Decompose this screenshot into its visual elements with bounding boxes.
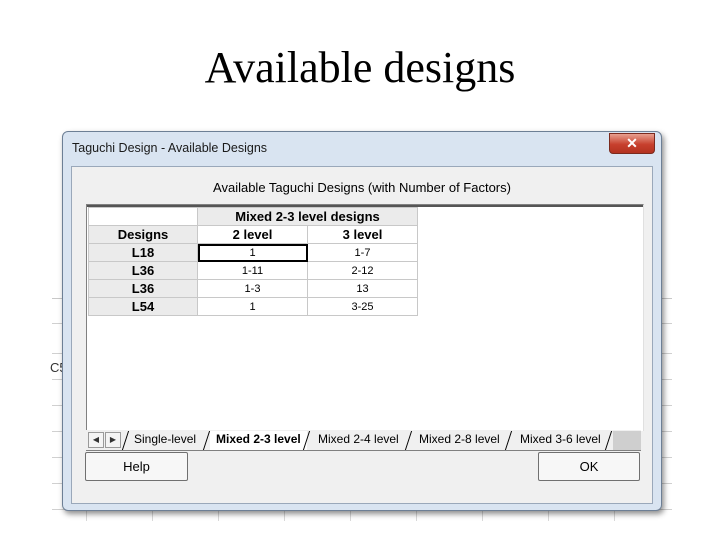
cell-3-level[interactable]: 1-7 (307, 243, 418, 262)
group-header: Mixed 2-3 level designs (197, 207, 418, 226)
tab-separator (302, 430, 312, 450)
cell-2-level[interactable]: 1-11 (197, 261, 308, 280)
col-2-level-header: 2 level (197, 225, 308, 244)
cell-3-level[interactable]: 2-12 (307, 261, 418, 280)
cell-3-level[interactable]: 13 (307, 279, 418, 298)
help-button[interactable]: Help (85, 452, 188, 481)
tab-mixed-2-8-level[interactable]: Mixed 2-8 level (413, 431, 506, 448)
ok-button[interactable]: OK (538, 452, 640, 481)
tab-separator (504, 430, 514, 450)
cell-2-level[interactable]: 1-3 (197, 279, 308, 298)
tab-mixed-2-4-level[interactable]: Mixed 2-4 level (312, 431, 405, 448)
close-icon: ✕ (626, 135, 638, 151)
tab-single-level[interactable]: Single-level (128, 431, 202, 448)
design-name: L18 (88, 243, 198, 262)
slide-title: Available designs (204, 43, 516, 92)
taguchi-dialog: Taguchi Design - Available Designs ✕ Ava… (62, 131, 662, 511)
prev-tab-button[interactable]: ◀ (88, 432, 104, 448)
next-tab-button[interactable]: ▶ (105, 432, 121, 448)
col-3-level-header: 3 level (307, 225, 418, 244)
arrow-left-icon: ◀ (92, 435, 100, 444)
close-button[interactable]: ✕ (609, 133, 655, 154)
tab-mixed-3-6-level[interactable]: Mixed 3-6 level (514, 431, 607, 448)
designs-table: Mixed 2-3 level designs Designs 2 level … (88, 207, 418, 316)
tab-mixed-2-3-level[interactable]: Mixed 2-3 level (210, 431, 307, 450)
dialog-heading: Available Taguchi Designs (with Number o… (213, 180, 511, 195)
design-name: L54 (88, 297, 198, 316)
table-row: L36 1-3 13 (88, 279, 418, 298)
dialog-titlebar[interactable]: Taguchi Design - Available Designs ✕ (63, 132, 661, 164)
designs-header: Designs (88, 225, 198, 244)
table-row: L18 1 1-7 (88, 243, 418, 262)
empty-corner-cell (88, 207, 198, 226)
dialog-title: Taguchi Design - Available Designs (72, 141, 268, 155)
table-row: L36 1-11 2-12 (88, 261, 418, 280)
arrow-right-icon: ▶ (109, 435, 117, 444)
tab-bar-filler (613, 431, 641, 450)
dialog-client-area: Available Taguchi Designs (with Number o… (71, 166, 653, 504)
sheet-tab-bar: ◀ ▶ Single-level Mixed 2-3 level Mixed 2… (86, 430, 641, 451)
design-name: L36 (88, 279, 198, 298)
cell-2-level[interactable]: 1 (197, 243, 308, 262)
designs-grid: Mixed 2-3 level designs Designs 2 level … (86, 204, 644, 431)
cell-3-level[interactable]: 3-25 (307, 297, 418, 316)
table-row: L54 1 3-25 (88, 297, 418, 316)
design-name: L36 (88, 261, 198, 280)
cell-2-level[interactable]: 1 (197, 297, 308, 316)
